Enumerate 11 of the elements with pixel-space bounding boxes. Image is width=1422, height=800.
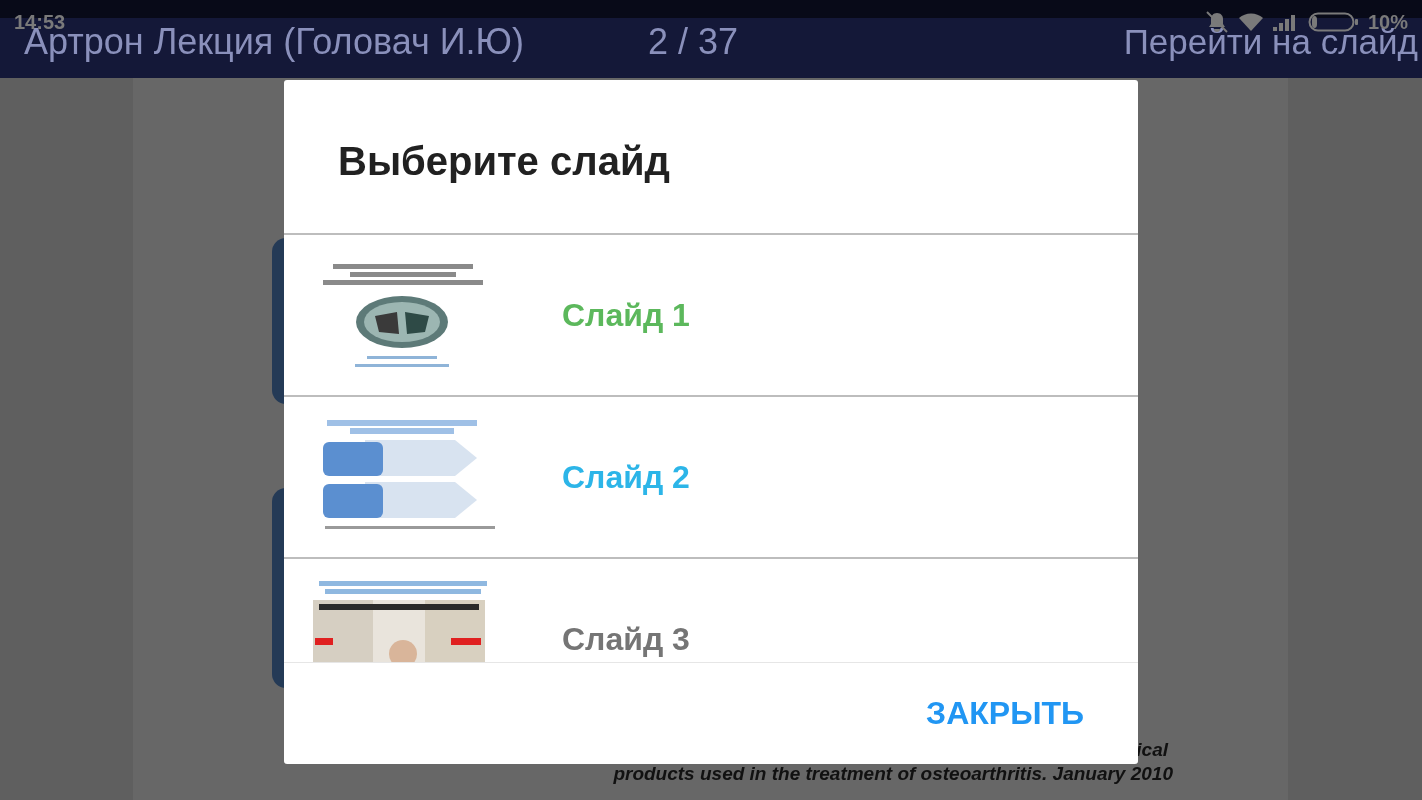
- dialog-title: Выберите слайд: [338, 139, 670, 184]
- caption-fragment: ical: [1136, 738, 1168, 762]
- caption-text: products used in the treatment of osteoarthritis. January 2010: [613, 762, 1173, 786]
- close-button[interactable]: ЗАКРЫТЬ: [922, 689, 1088, 738]
- page-counter: 2 / 37: [647, 22, 739, 62]
- slide-list-item[interactable]: Слайд 3: [284, 559, 1138, 662]
- slide-label: Слайд 1: [562, 296, 690, 334]
- slide-label: Слайд 3: [562, 620, 690, 658]
- slide-label: Слайд 2: [562, 458, 690, 496]
- slide-list-item[interactable]: Слайд 1: [284, 235, 1138, 397]
- slide-list-item[interactable]: Слайд 2: [284, 397, 1138, 559]
